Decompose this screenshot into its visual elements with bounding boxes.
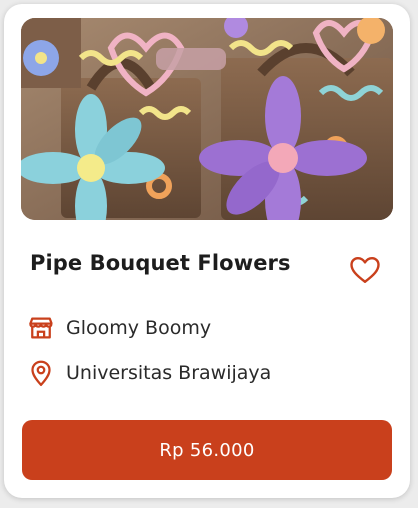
location-name: Universitas Brawijaya bbox=[66, 362, 272, 384]
product-photo[interactable] bbox=[21, 18, 393, 220]
shop-row[interactable]: Gloomy Boomy bbox=[26, 313, 211, 343]
store-icon bbox=[26, 313, 56, 343]
price-label: Rp 56.000 bbox=[159, 439, 255, 461]
product-card[interactable]: Pipe Bouquet Flowers Gloomy Boomy Univer… bbox=[4, 4, 410, 498]
shop-name: Gloomy Boomy bbox=[66, 317, 212, 339]
product-title: Pipe Bouquet Flowers bbox=[30, 251, 291, 275]
heart-outline-icon bbox=[350, 257, 380, 283]
product-photo-illustration bbox=[21, 18, 393, 220]
favorite-button[interactable] bbox=[347, 251, 383, 287]
map-pin-icon bbox=[26, 358, 56, 388]
location-row[interactable]: Universitas Brawijaya bbox=[26, 358, 271, 388]
price-button[interactable]: Rp 56.000 bbox=[22, 420, 392, 480]
